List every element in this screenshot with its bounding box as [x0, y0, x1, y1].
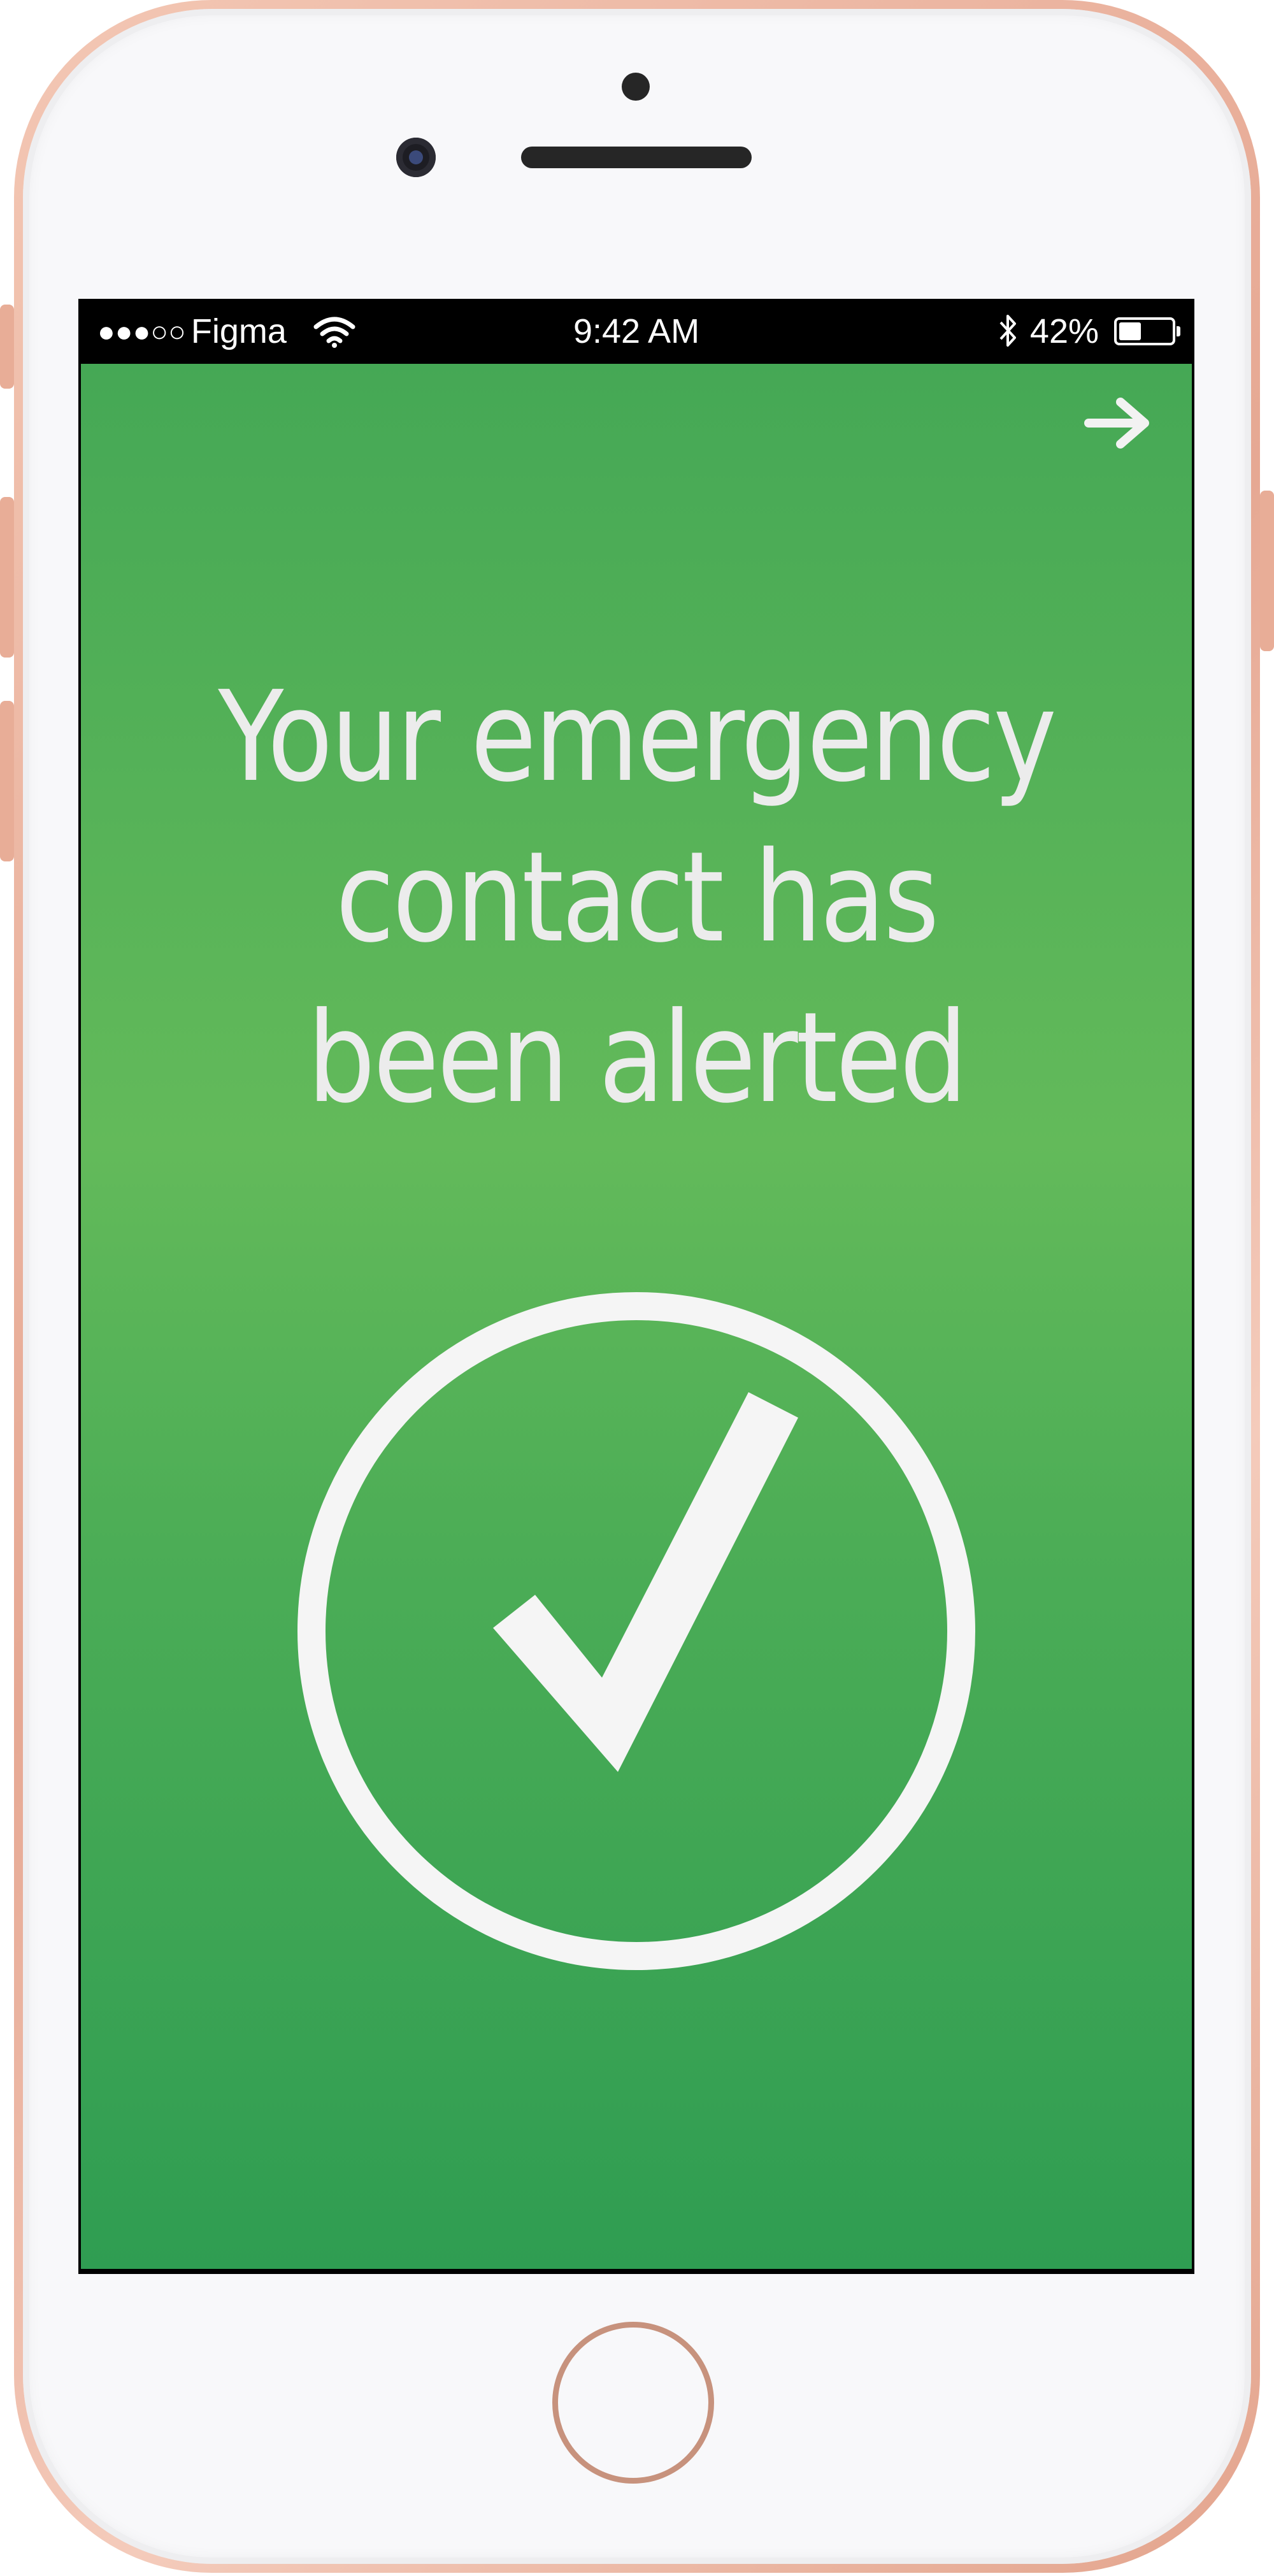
confirmation-headline: Your emergency contact has been alerted — [218, 665, 1057, 1131]
arrow-right-icon[interactable] — [1084, 394, 1154, 452]
alert-confirmation-view: Your emergency contact has been alerted — [81, 364, 1192, 2269]
device-screen: ●●●○○ Figma 9:42 AM 42% Your emergency c… — [78, 299, 1194, 2274]
battery-percentage: 42% — [1029, 312, 1099, 350]
earpiece-speaker — [521, 147, 752, 168]
volume-up-button — [0, 497, 14, 658]
proximity-sensor — [622, 73, 650, 101]
home-button[interactable] — [552, 2322, 714, 2484]
power-button — [1260, 491, 1274, 651]
front-camera — [396, 138, 436, 177]
mute-switch — [0, 305, 14, 389]
battery-level — [1119, 322, 1141, 340]
battery-icon — [1114, 317, 1180, 345]
bluetooth-icon — [999, 315, 1016, 347]
volume-down-button — [0, 701, 14, 861]
status-bar: ●●●○○ Figma 9:42 AM 42% — [78, 299, 1194, 364]
checkmark-circle-icon — [297, 1292, 975, 1970]
